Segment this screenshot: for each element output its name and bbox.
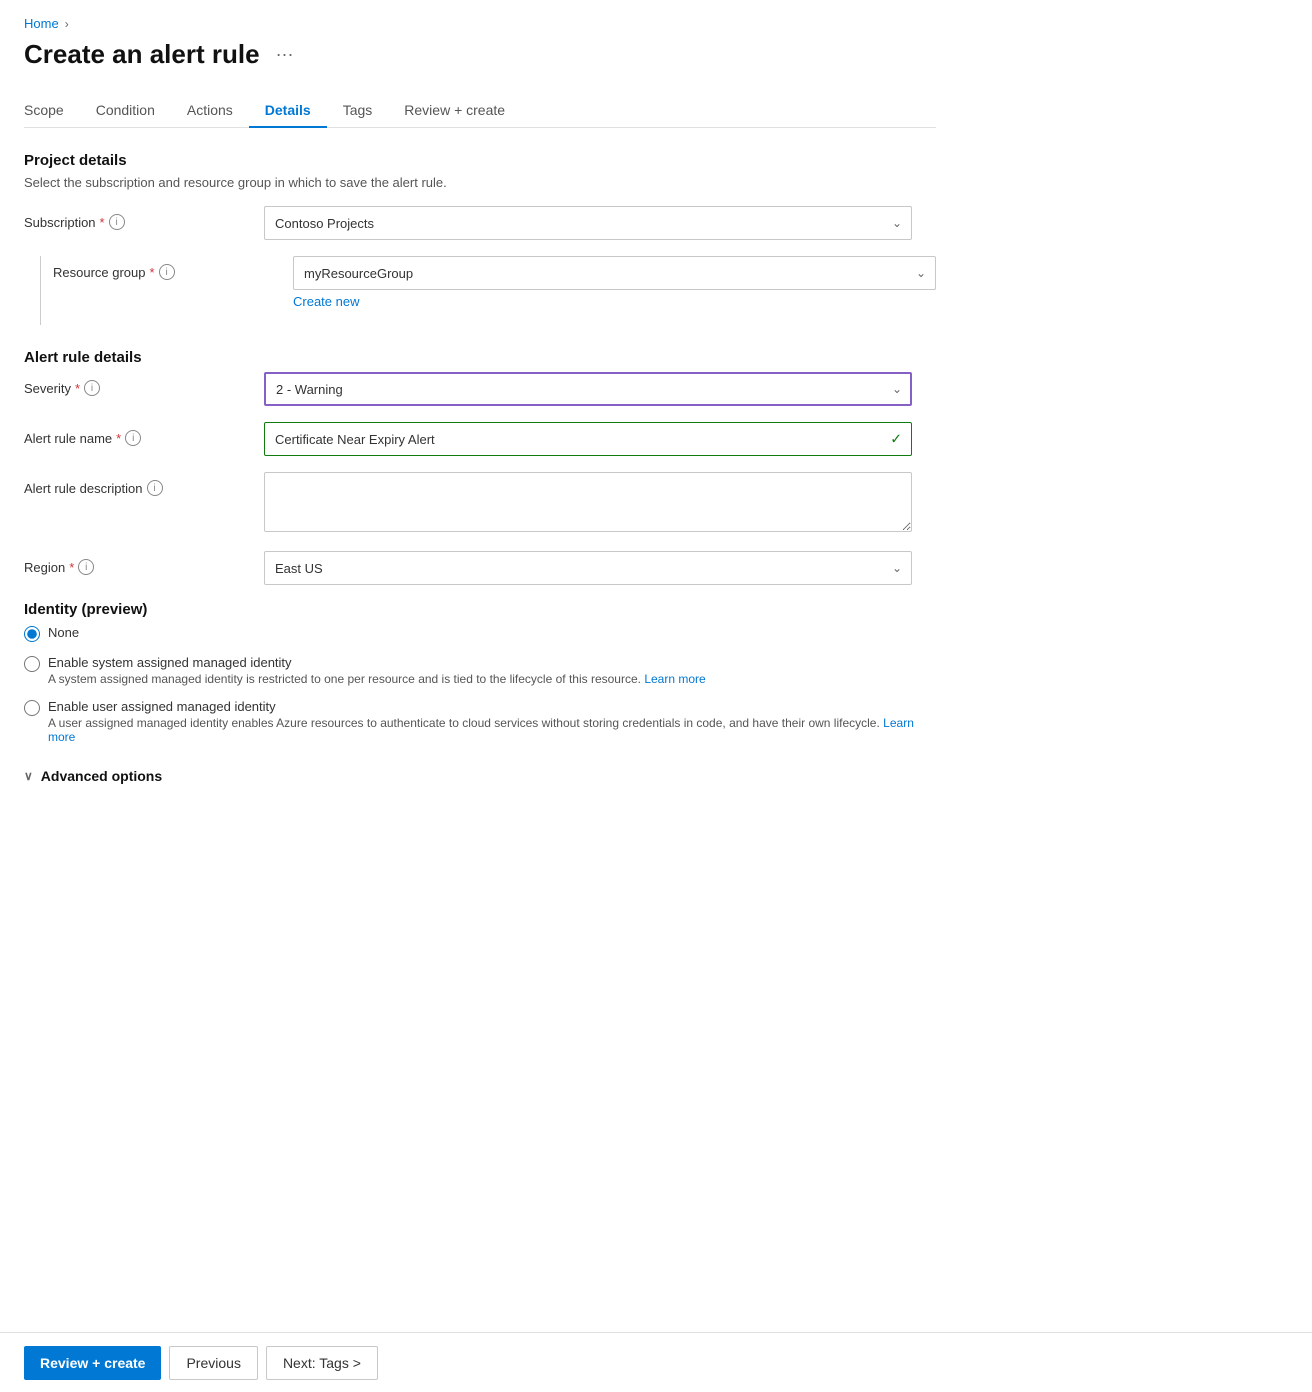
subscription-required: * xyxy=(100,215,105,230)
identity-user-item: Enable user assigned managed identity A … xyxy=(24,698,936,744)
subscription-select[interactable]: Contoso Projects xyxy=(264,206,912,240)
identity-title: Identity (preview) xyxy=(24,601,936,618)
alert-rule-desc-control xyxy=(264,472,936,535)
alert-rule-desc-row: Alert rule description i xyxy=(24,472,936,535)
alert-rule-name-input[interactable] xyxy=(264,422,912,456)
identity-system-label[interactable]: Enable system assigned managed identity xyxy=(48,655,292,670)
alert-rule-details-title: Alert rule details xyxy=(24,349,936,366)
tab-bar: Scope Condition Actions Details Tags Rev… xyxy=(24,94,936,128)
tab-actions[interactable]: Actions xyxy=(171,94,249,128)
resource-group-form-row: Resource group * i myResourceGroup ⌄ Cre… xyxy=(53,256,936,325)
severity-info-icon[interactable]: i xyxy=(84,380,100,396)
resource-group-control: myResourceGroup ⌄ Create new xyxy=(293,256,936,309)
breadcrumb: Home › xyxy=(24,16,936,31)
resource-group-select-wrapper: myResourceGroup ⌄ xyxy=(293,256,936,290)
identity-user-label-wrap: Enable user assigned managed identity A … xyxy=(48,698,936,744)
tab-details[interactable]: Details xyxy=(249,94,327,128)
create-new-link[interactable]: Create new xyxy=(293,294,359,309)
identity-system-desc: A system assigned managed identity is re… xyxy=(48,672,706,686)
resource-group-indent: Resource group * i myResourceGroup ⌄ Cre… xyxy=(24,256,936,325)
project-details-section: Project details Select the subscription … xyxy=(24,152,936,325)
tab-review-create[interactable]: Review + create xyxy=(388,94,521,128)
identity-none-radio[interactable] xyxy=(24,626,40,642)
alert-rule-details-section: Alert rule details Severity * i 2 - Warn… xyxy=(24,349,936,585)
resource-group-label: Resource group * i xyxy=(53,256,293,280)
ellipsis-button[interactable]: ··· xyxy=(270,42,300,67)
footer-bar: Review + create Previous Next: Tags > xyxy=(0,1332,1312,1392)
severity-control: 2 - Warning 0 - Critical 1 - Error 3 - I… xyxy=(264,372,936,406)
tab-scope[interactable]: Scope xyxy=(24,94,80,128)
subscription-control: Contoso Projects ⌄ xyxy=(264,206,936,240)
severity-select[interactable]: 2 - Warning 0 - Critical 1 - Error 3 - I… xyxy=(264,372,912,406)
tab-tags[interactable]: Tags xyxy=(327,94,389,128)
alert-rule-name-info-icon[interactable]: i xyxy=(125,430,141,446)
region-label: Region * i xyxy=(24,551,264,575)
identity-user-desc: A user assigned managed identity enables… xyxy=(48,716,936,744)
identity-user-label[interactable]: Enable user assigned managed identity xyxy=(48,699,276,714)
identity-none-label[interactable]: None xyxy=(48,625,79,640)
alert-rule-name-check-icon: ✓ xyxy=(890,431,902,448)
page-title: Create an alert rule xyxy=(24,39,260,70)
resource-group-row: Resource group * i myResourceGroup ⌄ Cre… xyxy=(53,256,936,309)
region-required: * xyxy=(69,560,74,575)
review-create-button[interactable]: Review + create xyxy=(24,1346,161,1380)
indent-bar xyxy=(40,256,41,325)
region-select[interactable]: East US West US West Europe East Asia xyxy=(264,551,912,585)
severity-required: * xyxy=(75,381,80,396)
previous-button[interactable]: Previous xyxy=(169,1346,257,1380)
advanced-options-label: Advanced options xyxy=(41,768,162,784)
project-details-subtitle: Select the subscription and resource gro… xyxy=(24,175,936,190)
resource-group-required: * xyxy=(150,265,155,280)
resource-group-info-icon[interactable]: i xyxy=(159,264,175,280)
subscription-label: Subscription * i xyxy=(24,206,264,230)
alert-rule-desc-textarea[interactable] xyxy=(264,472,912,532)
identity-system-label-wrap: Enable system assigned managed identity … xyxy=(48,654,706,686)
alert-rule-name-label: Alert rule name * i xyxy=(24,422,264,446)
severity-row: Severity * i 2 - Warning 0 - Critical 1 … xyxy=(24,372,936,406)
identity-system-radio[interactable] xyxy=(24,656,40,672)
alert-rule-desc-info-icon[interactable]: i xyxy=(147,480,163,496)
next-tags-button[interactable]: Next: Tags > xyxy=(266,1346,378,1380)
subscription-select-wrapper: Contoso Projects ⌄ xyxy=(264,206,912,240)
identity-radio-group: None Enable system assigned managed iden… xyxy=(24,624,936,744)
severity-select-wrapper: 2 - Warning 0 - Critical 1 - Error 3 - I… xyxy=(264,372,912,406)
subscription-info-icon[interactable]: i xyxy=(109,214,125,230)
subscription-row: Subscription * i Contoso Projects ⌄ xyxy=(24,206,936,240)
identity-system-learn-more-link[interactable]: Learn more xyxy=(644,672,705,686)
identity-user-radio[interactable] xyxy=(24,700,40,716)
breadcrumb-home-link[interactable]: Home xyxy=(24,16,59,31)
alert-rule-name-control: ✓ xyxy=(264,422,936,456)
region-row: Region * i East US West US West Europe E… xyxy=(24,551,936,585)
tab-condition[interactable]: Condition xyxy=(80,94,171,128)
alert-rule-desc-label: Alert rule description i xyxy=(24,472,264,496)
identity-section: Identity (preview) None Enable system as… xyxy=(24,601,936,784)
identity-none-label-wrap: None xyxy=(48,624,79,640)
page-title-row: Create an alert rule ··· xyxy=(24,39,936,70)
alert-rule-name-row: Alert rule name * i ✓ xyxy=(24,422,936,456)
project-details-title: Project details xyxy=(24,152,936,169)
alert-rule-name-required: * xyxy=(116,431,121,446)
region-select-wrapper: East US West US West Europe East Asia ⌄ xyxy=(264,551,912,585)
severity-label: Severity * i xyxy=(24,372,264,396)
breadcrumb-separator: › xyxy=(65,17,69,31)
advanced-options-toggle[interactable]: ∨ Advanced options xyxy=(24,768,936,784)
identity-none-item: None xyxy=(24,624,936,642)
region-control: East US West US West Europe East Asia ⌄ xyxy=(264,551,936,585)
resource-group-select[interactable]: myResourceGroup xyxy=(293,256,936,290)
identity-system-item: Enable system assigned managed identity … xyxy=(24,654,936,686)
advanced-options-chevron-icon: ∨ xyxy=(24,769,33,783)
region-info-icon[interactable]: i xyxy=(78,559,94,575)
alert-rule-name-input-wrapper: ✓ xyxy=(264,422,912,456)
